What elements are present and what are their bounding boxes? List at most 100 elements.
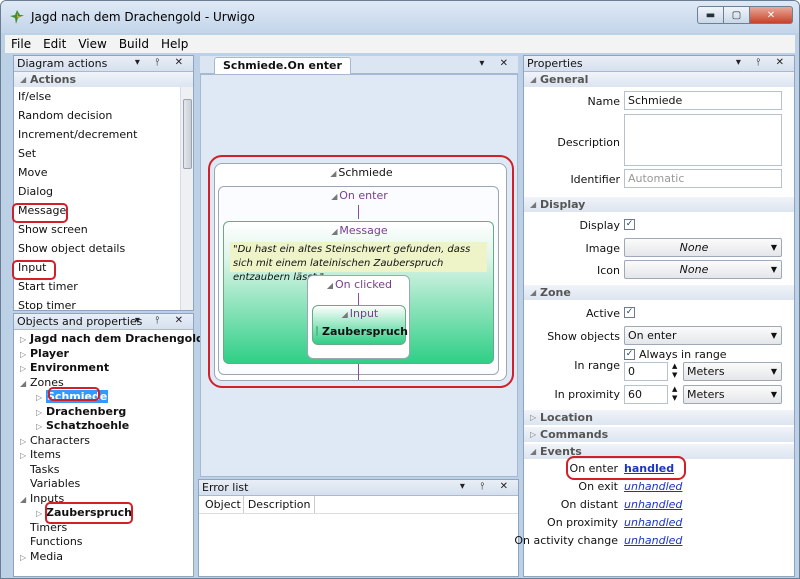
action-set[interactable]: Set [14, 144, 193, 163]
input-block[interactable]: ◢ Input Zauberspruch [312, 305, 409, 345]
event-handler-link[interactable]: unhandled [624, 534, 682, 547]
zone-block-header[interactable]: ◢ Schmiede [215, 164, 506, 182]
tree-item-environment[interactable]: ▷ Environment [20, 361, 193, 376]
input-value-row[interactable]: Zauberspruch [313, 322, 409, 340]
actions-section-label: Actions [30, 73, 76, 86]
tab-controls-icon[interactable]: ▾ ✕ [479, 58, 514, 69]
row-in-proximity: In proximity 60 ▲ ▼ Meters ▼ [524, 384, 782, 406]
tree-item-label: Player [30, 346, 69, 360]
in-proximity-unit-dropdown[interactable]: Meters ▼ [683, 385, 782, 404]
flow-arrow [358, 205, 359, 219]
zone-section-header[interactable]: ◢ Zone [524, 285, 794, 300]
tree-item-label: Drachenberg [46, 404, 127, 418]
collapse-icon: ◢ [530, 447, 537, 456]
actions-section-header[interactable]: ◢ Actions [14, 72, 193, 87]
expand-icon[interactable]: ▷ [36, 406, 46, 421]
menu-view[interactable]: View [72, 37, 112, 51]
event-block-header[interactable]: ◢ On enter [219, 187, 498, 205]
tree-item-schmiede[interactable]: ▷ Schmiede [20, 390, 193, 405]
tree-item-jagd-nach-dem-drachengold[interactable]: ▷ Jagd nach dem Drachengold [20, 332, 204, 348]
diagram-canvas[interactable]: ◢ Schmiede ◢ On enter ◢ Message "Du hast ei… [200, 74, 518, 477]
message-text[interactable]: "Du hast ein altes Steinschwert gefunden… [230, 242, 487, 283]
highlight-message [12, 203, 68, 223]
menu-file[interactable]: File [5, 37, 37, 51]
collapse-icon: ◢ [330, 169, 337, 178]
tree-item-variables[interactable]: Variables [20, 477, 193, 492]
app-window: Jagd nach dem Drachengold - Urwigo ▬ ▢ ✕… [0, 0, 800, 579]
event-handler-link[interactable]: unhandled [624, 480, 682, 493]
stepper-icon[interactable]: ▲ ▼ [672, 362, 677, 380]
close-button[interactable]: ✕ [749, 6, 793, 24]
menu-edit[interactable]: Edit [37, 37, 72, 51]
description-field[interactable] [624, 114, 782, 166]
action-random-decision[interactable]: Random decision [14, 106, 193, 125]
expand-icon: ▷ [530, 413, 537, 422]
general-section-header[interactable]: ◢ General [524, 72, 794, 87]
action-if-else[interactable]: If/else [14, 87, 193, 106]
tree-item-label: Items [30, 448, 61, 461]
action-stop-timer[interactable]: Stop timer [14, 296, 193, 310]
collapse-icon[interactable]: ◢ [20, 493, 30, 508]
in-range-unit-dropdown[interactable]: Meters ▼ [683, 362, 782, 381]
tree-item-characters[interactable]: ▷ Characters [20, 434, 193, 449]
menu-help[interactable]: Help [155, 37, 194, 51]
collapse-icon[interactable]: ◢ [20, 377, 30, 392]
event-handler-link[interactable]: unhandled [624, 516, 682, 529]
panel-controls-icon[interactable]: ▾ ⫯ ✕ [736, 57, 790, 68]
tree-item-media[interactable]: ▷ Media [20, 550, 193, 565]
event-handler-link[interactable]: unhandled [624, 498, 682, 511]
tree-item-zones[interactable]: ◢ Zones [20, 376, 193, 391]
display-checkbox[interactable]: ✓ [624, 219, 635, 230]
tree-item-functions[interactable]: Functions [20, 535, 193, 550]
identifier-field[interactable]: Automatic [624, 169, 782, 188]
location-section-header[interactable]: ▷ Location [524, 410, 794, 425]
name-field[interactable]: Schmiede [624, 91, 782, 110]
row-show-objects: Show objects On enter ▼ [524, 326, 782, 348]
panel-controls-icon[interactable]: ▾ ⫯ ✕ [135, 57, 189, 68]
tree-item-player[interactable]: ▷ Player [20, 347, 193, 362]
image-dropdown[interactable]: None ▼ [624, 238, 782, 257]
objects-panel: Objects and properties ▾ ⫯ ✕ ▷ Jagd nach … [13, 313, 204, 577]
panel-controls-icon[interactable]: ▾ ⫯ ✕ [135, 315, 189, 326]
expand-icon[interactable]: ▷ [20, 449, 30, 464]
expand-icon[interactable]: ▷ [20, 435, 30, 450]
action-dialog[interactable]: Dialog [14, 182, 193, 201]
expand-icon[interactable]: ▷ [36, 420, 46, 435]
always-in-range-checkbox[interactable]: ✓ [624, 349, 635, 360]
commands-section-header[interactable]: ▷ Commands [524, 427, 794, 442]
expand-icon[interactable]: ▷ [20, 551, 30, 566]
actions-scroll-thumb[interactable] [183, 99, 192, 169]
display-section-header[interactable]: ◢ Display [524, 197, 794, 212]
action-show-object-details[interactable]: Show object details [14, 239, 193, 258]
show-objects-dropdown[interactable]: On enter ▼ [624, 326, 782, 345]
in-range-field[interactable]: 0 [624, 362, 668, 381]
tree-item-schatzhoehle[interactable]: ▷ Schatzhoehle [20, 419, 193, 434]
in-proximity-field[interactable]: 60 [624, 385, 668, 404]
menu-build[interactable]: Build [113, 37, 155, 51]
maximize-button[interactable]: ▢ [723, 6, 749, 24]
minimize-button[interactable]: ▬ [697, 6, 723, 24]
tab-schmiede-on-enter[interactable]: Schmiede.On enter [214, 57, 351, 74]
expand-icon[interactable]: ▷ [20, 333, 30, 348]
column-object[interactable]: Object [199, 496, 244, 513]
expand-icon[interactable]: ▷ [20, 362, 30, 377]
icon-dropdown[interactable]: None ▼ [624, 260, 782, 279]
tree-item-label: Characters [30, 433, 91, 447]
action-increment-decrement[interactable]: Increment/decrement [14, 125, 193, 144]
message-block-header[interactable]: ◢ Message [224, 222, 493, 240]
panel-controls-icon[interactable]: ▾ ⫯ ✕ [460, 481, 514, 492]
actions-scrollbar[interactable] [180, 87, 193, 310]
action-move[interactable]: Move [14, 163, 193, 182]
tree-item-tasks[interactable]: Tasks [20, 463, 193, 478]
tree-item-items[interactable]: ▷ Items [20, 448, 193, 463]
column-description[interactable]: Description [244, 496, 316, 513]
expand-icon[interactable]: ▷ [36, 391, 46, 406]
title-bar[interactable]: Jagd nach dem Drachengold - Urwigo ▬ ▢ ✕ [1, 1, 799, 33]
onclicked-header[interactable]: ◢ On clicked [308, 276, 409, 294]
active-checkbox[interactable]: ✓ [624, 307, 635, 318]
input-value: Zauberspruch [322, 324, 409, 338]
input-block-header[interactable]: ◢ Input [313, 306, 405, 322]
expand-icon[interactable]: ▷ [20, 348, 30, 363]
stepper-icon[interactable]: ▲ ▼ [672, 385, 677, 403]
tree-item-drachenberg[interactable]: ▷ Drachenberg [20, 405, 193, 420]
